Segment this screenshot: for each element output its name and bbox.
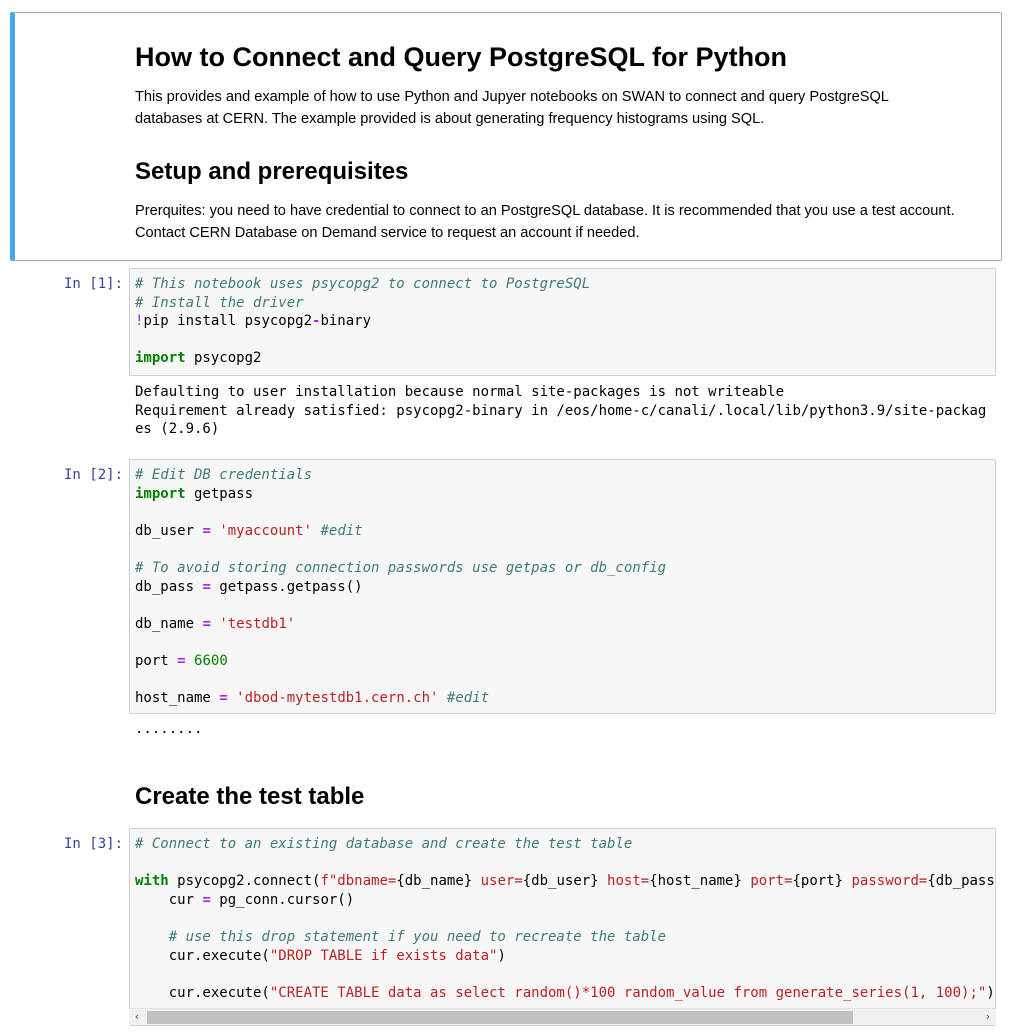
code-comment: #edit: [320, 522, 363, 539]
code-comment: # To avoid storing connection passwords …: [135, 559, 667, 576]
markdown-cell[interactable]: How to Connect and Query PostgreSQL for …: [10, 12, 1002, 261]
code-operator: =: [202, 522, 211, 539]
code-text: pip install psycopg2: [143, 313, 313, 330]
scroll-right-icon[interactable]: ›: [980, 1009, 996, 1025]
code-string: f: [320, 873, 329, 890]
setup-heading: Setup and prerequisites: [135, 158, 409, 185]
code-string: 'myaccount': [219, 522, 313, 539]
code-text: ): [497, 947, 506, 964]
code-comment: # This notebook uses psycopg2 to connect…: [135, 276, 591, 292]
code-keyword: with: [135, 873, 169, 890]
code-number: 6600: [194, 652, 228, 669]
code-string: password=: [843, 873, 928, 890]
code-string: port=: [741, 873, 793, 890]
cell-3-code[interactable]: # Connect to an existing database and cr…: [135, 835, 996, 1002]
page-title: How to Connect and Query PostgreSQL for …: [135, 42, 788, 72]
code-string: "CREATE TABLE data as select random()*10…: [269, 984, 987, 1001]
code-interp: {db_pass}: [927, 873, 996, 890]
code-text: psycopg2: [185, 350, 262, 367]
code-text: cur: [135, 891, 203, 908]
code-comment: # Install the driver: [135, 294, 304, 311]
code-text: psycopg2.connect(: [168, 873, 321, 890]
code-text: port: [135, 652, 178, 669]
code-text: db_pass: [135, 578, 203, 595]
cell-1-output: Defaulting to user installation because …: [135, 384, 987, 438]
code-operator: =: [202, 578, 211, 595]
code-string: "dbname=: [328, 873, 397, 890]
code-string: user=: [472, 873, 523, 890]
cell-1-input[interactable]: # This notebook uses psycopg2 to connect…: [129, 268, 996, 376]
code-operator: =: [177, 652, 186, 669]
code-interp: {db_name}: [396, 873, 473, 890]
code-operator: =: [219, 690, 228, 707]
code-string: host=: [598, 873, 650, 890]
code-keyword: import: [135, 485, 186, 502]
cell-3-input[interactable]: # Connect to an existing database and cr…: [129, 828, 996, 1026]
cell-2-code[interactable]: # Edit DB credentials import getpass db_…: [135, 466, 666, 708]
code-text: db_name: [135, 615, 203, 632]
intro-paragraph: This provides and example of how to use …: [135, 89, 889, 127]
code-interp: {port}: [792, 873, 844, 890]
cell-2-output: ........: [135, 721, 203, 737]
code-text: ): [986, 984, 995, 1001]
scroll-left-icon[interactable]: ‹: [129, 1009, 145, 1025]
cell-2-prompt: In [2]:: [64, 467, 124, 483]
code-string: "DROP TABLE if exists data": [269, 947, 498, 964]
code-text: cur.execute(: [135, 984, 270, 1001]
code-text: host_name: [135, 690, 220, 707]
code-comment: # Connect to an existing database and cr…: [135, 836, 633, 852]
code-text: db_user: [135, 522, 203, 539]
code-comment: # use this drop statement if you need to…: [135, 928, 667, 945]
create-table-heading: Create the test table: [135, 783, 365, 810]
code-interp: {host_name}: [649, 873, 742, 890]
code-comment: #edit: [446, 690, 490, 707]
code-text: getpass: [185, 485, 254, 502]
cell-1-prompt: In [1]:: [64, 276, 124, 292]
code-text: binary: [320, 313, 372, 330]
code-keyword: import: [135, 350, 186, 367]
code-interp: {db_user}: [522, 873, 599, 890]
code-operator: =: [202, 891, 211, 908]
code-operator: =: [202, 615, 211, 632]
cell-2-input[interactable]: # Edit DB credentials import getpass db_…: [129, 459, 996, 714]
scrollbar-thumb[interactable]: [147, 1011, 853, 1024]
cell-1-code[interactable]: # This notebook uses psycopg2 to connect…: [135, 275, 590, 368]
code-text: cur.execute(: [135, 947, 270, 964]
setup-paragraph: Prerquites: you need to have credential …: [135, 203, 955, 241]
code-comment: # Edit DB credentials: [135, 467, 313, 483]
horizontal-scrollbar[interactable]: ‹ ›: [129, 1008, 996, 1025]
code-text: getpass.getpass(): [210, 578, 363, 595]
code-string: 'testdb1': [219, 615, 296, 632]
code-string: 'dbod-mytestdb1.cern.ch': [236, 690, 439, 707]
cell-3-prompt: In [3]:: [64, 836, 124, 852]
code-text: pg_conn.cursor(): [210, 891, 355, 908]
